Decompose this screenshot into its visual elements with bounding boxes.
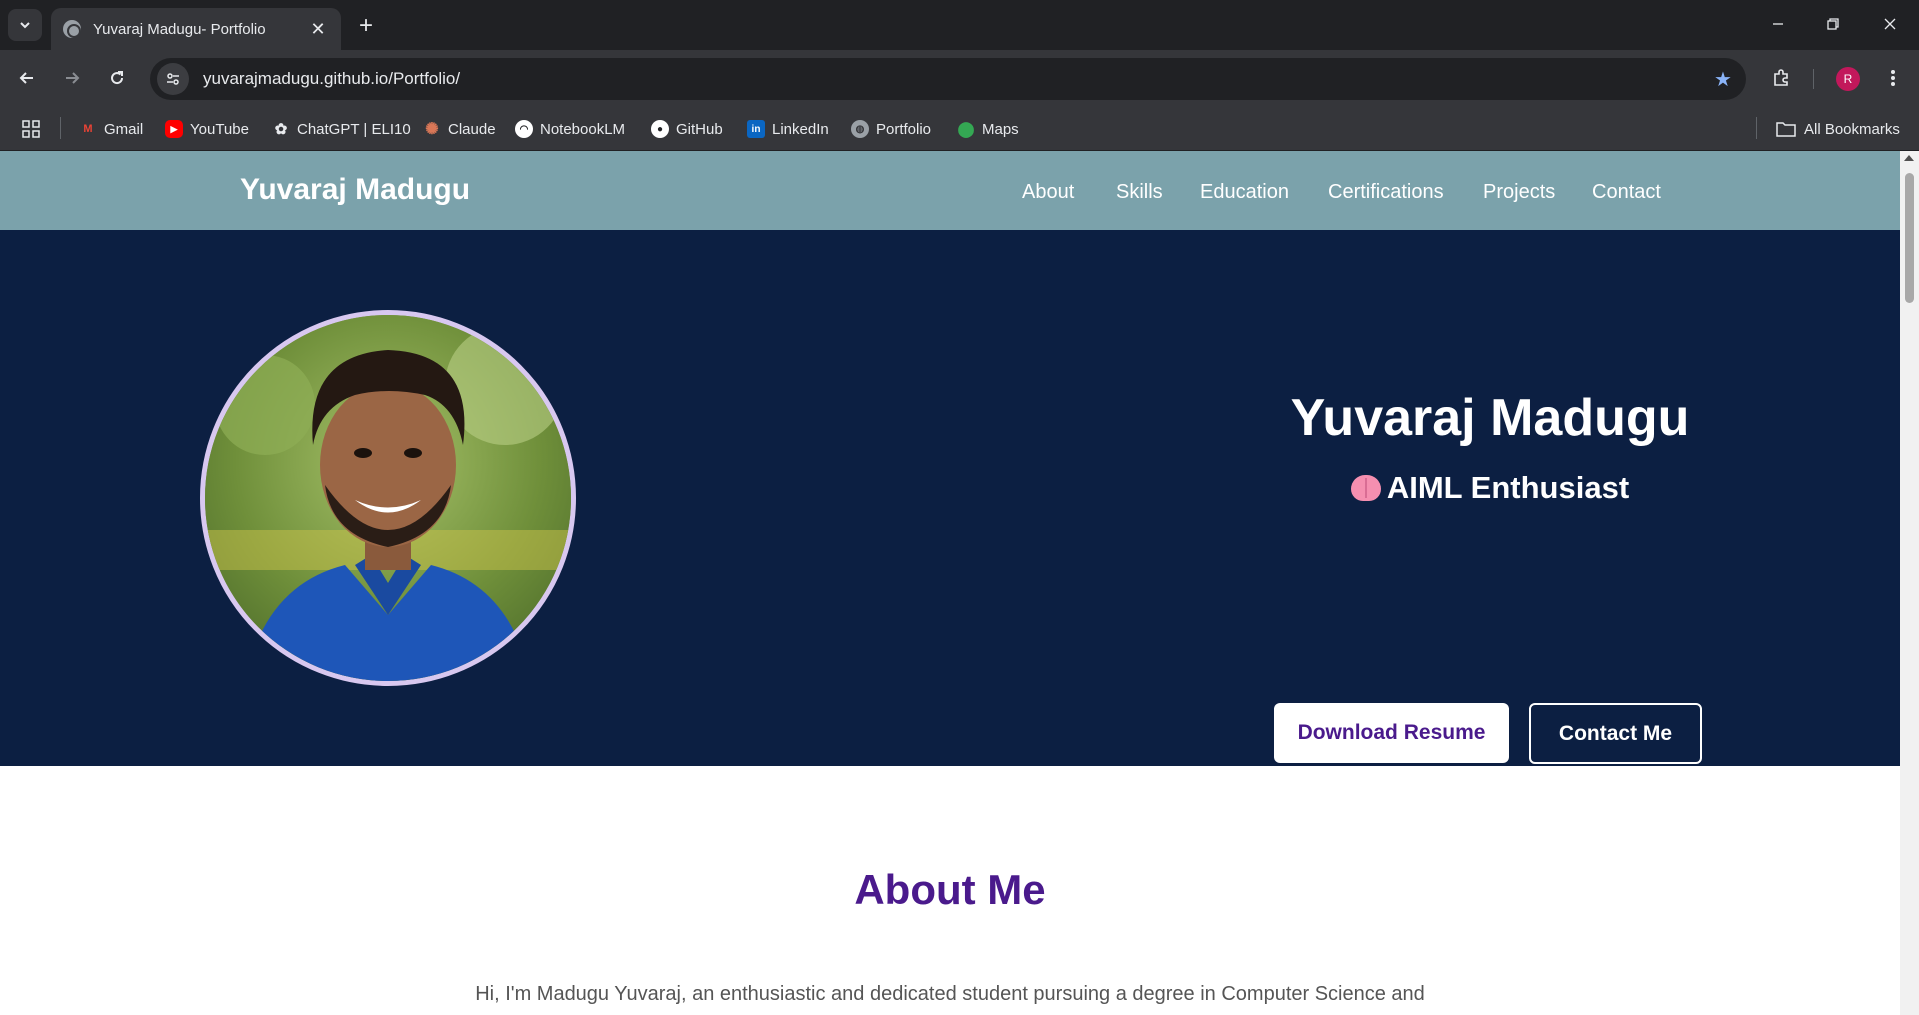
page-scrollbar[interactable] [1900,151,1919,1015]
site-navbar: Yuvaraj Madugu About Skills Education Ce… [0,151,1900,230]
arrow-left-icon [19,72,33,84]
brain-icon [1350,475,1381,501]
address-bar[interactable]: yuvarajmadugu.github.io/Portfolio/ ★ [150,58,1746,100]
hero-role-text: AIML Enthusiast [1386,470,1630,505]
profile-photo [200,310,576,686]
url-path: /Portfolio/ [388,69,461,88]
globe-icon [63,20,81,38]
bookmark-notebooklm[interactable]: ◠ NotebookLM [515,117,625,141]
tab-title: Yuvaraj Madugu- Portfolio [93,20,266,38]
apps-button[interactable] [22,117,40,141]
url-host: yuvarajmadugu.github.io [203,69,389,88]
site-brand[interactable]: Yuvaraj Madugu [240,173,470,207]
youtube-icon: ▶ [165,120,183,138]
scroll-up-arrow[interactable] [1904,155,1914,161]
nav-contact[interactable]: Contact [1592,181,1661,204]
minimize-icon [1773,23,1783,25]
menu-button[interactable] [1876,61,1910,95]
reload-icon [111,71,124,85]
nav-education[interactable]: Education [1200,181,1289,204]
bookmark-label: YouTube [190,120,249,138]
tab-strip: Yuvaraj Madugu- Portfolio ✕ + [0,0,1919,50]
extensions-button[interactable] [1764,61,1798,95]
nav-skills[interactable]: Skills [1116,181,1163,204]
close-window-button[interactable] [1870,8,1910,40]
site-info-button[interactable] [157,63,189,95]
bookmarks-divider [1756,117,1757,139]
bookmark-star-icon[interactable]: ★ [1706,67,1740,92]
restore-icon [1827,18,1839,30]
about-text: Hi, I'm Madugu Yuvaraj, an enthusiastic … [475,983,1425,1005]
page-viewport: Yuvaraj Madugu About Skills Education Ce… [0,151,1900,1015]
bookmark-youtube[interactable]: ▶ YouTube [165,117,249,141]
close-icon [1884,18,1896,30]
nav-about[interactable]: About [1022,181,1074,204]
claude-icon: ✺ [425,121,439,138]
bookmark-label: Portfolio [876,120,932,138]
hero-name: Yuvaraj Madugu [1290,389,1690,447]
about-title: About Me [854,866,1046,913]
forward-button[interactable] [55,61,89,95]
back-button[interactable] [10,61,44,95]
bookmark-gmail[interactable]: M Gmail [79,117,143,141]
profile-avatar[interactable]: R [1836,67,1860,91]
minimize-button[interactable] [1758,8,1798,40]
new-tab-button[interactable]: + [352,12,380,40]
bookmark-label: Claude [448,120,496,138]
apps-grid-icon [22,120,40,138]
contact-me-button[interactable]: Contact Me [1529,703,1702,764]
notebooklm-icon: ◠ [515,120,533,138]
maps-icon: ⬤ [957,121,975,138]
tab-close-button[interactable]: ✕ [307,18,329,40]
bookmark-linkedin[interactable]: in LinkedIn [747,117,829,141]
reload-button[interactable] [100,61,134,95]
browser-toolbar: yuvarajmadugu.github.io/Portfolio/ ★ R [0,50,1919,107]
nav-projects[interactable]: Projects [1483,181,1555,204]
bookmark-label: LinkedIn [772,120,829,138]
bookmark-chatgpt[interactable]: ✿ ChatGPT | ELI10 [272,117,411,141]
restore-button[interactable] [1813,8,1853,40]
more-vert-icon [1891,70,1895,86]
puzzle-icon [1774,69,1788,86]
bookmark-portfolio[interactable]: ◍ Portfolio [851,117,931,141]
bookmark-github[interactable]: ● GitHub [651,117,723,141]
download-resume-button[interactable]: Download Resume [1274,703,1509,763]
scroll-thumb[interactable] [1905,173,1914,303]
all-bookmarks-label: All Bookmarks [1804,120,1900,138]
hero-section: Yuvaraj Madugu AIML Enthusiast Download … [0,230,1900,766]
tab-search-button[interactable] [8,9,42,41]
bookmark-maps[interactable]: ⬤ Maps [957,117,1019,141]
bookmark-label: ChatGPT | ELI10 [297,120,411,138]
bookmark-label: NotebookLM [540,120,626,138]
bookmarks-bar: M Gmail ▶ YouTube ✿ ChatGPT | ELI10 ✺ Cl… [0,107,1919,151]
chevron-down-icon [20,22,30,29]
profile-photo-illustration [205,315,571,681]
active-tab[interactable]: Yuvaraj Madugu- Portfolio ✕ [51,8,341,50]
linkedin-icon: in [747,120,765,138]
all-bookmarks-button[interactable]: All Bookmarks [1776,117,1900,141]
url-text[interactable]: yuvarajmadugu.github.io/Portfolio/ [203,69,1706,89]
chatgpt-icon: ✿ [274,121,288,138]
globe-icon: ◍ [851,120,869,138]
bookmark-claude[interactable]: ✺ Claude [423,117,496,141]
github-icon: ● [651,120,669,138]
arrow-right-icon [66,72,80,84]
bookmarks-divider [60,117,61,139]
gmail-icon: M [83,123,93,135]
bookmark-label: Maps [982,120,1019,138]
hero-role: AIML Enthusiast [1330,470,1650,506]
bookmark-label: GitHub [676,120,723,138]
tune-icon [167,73,179,85]
nav-certifications[interactable]: Certifications [1328,181,1444,204]
folder-icon [1776,122,1796,137]
bookmark-label: Gmail [104,120,144,138]
toolbar-divider [1813,69,1814,89]
